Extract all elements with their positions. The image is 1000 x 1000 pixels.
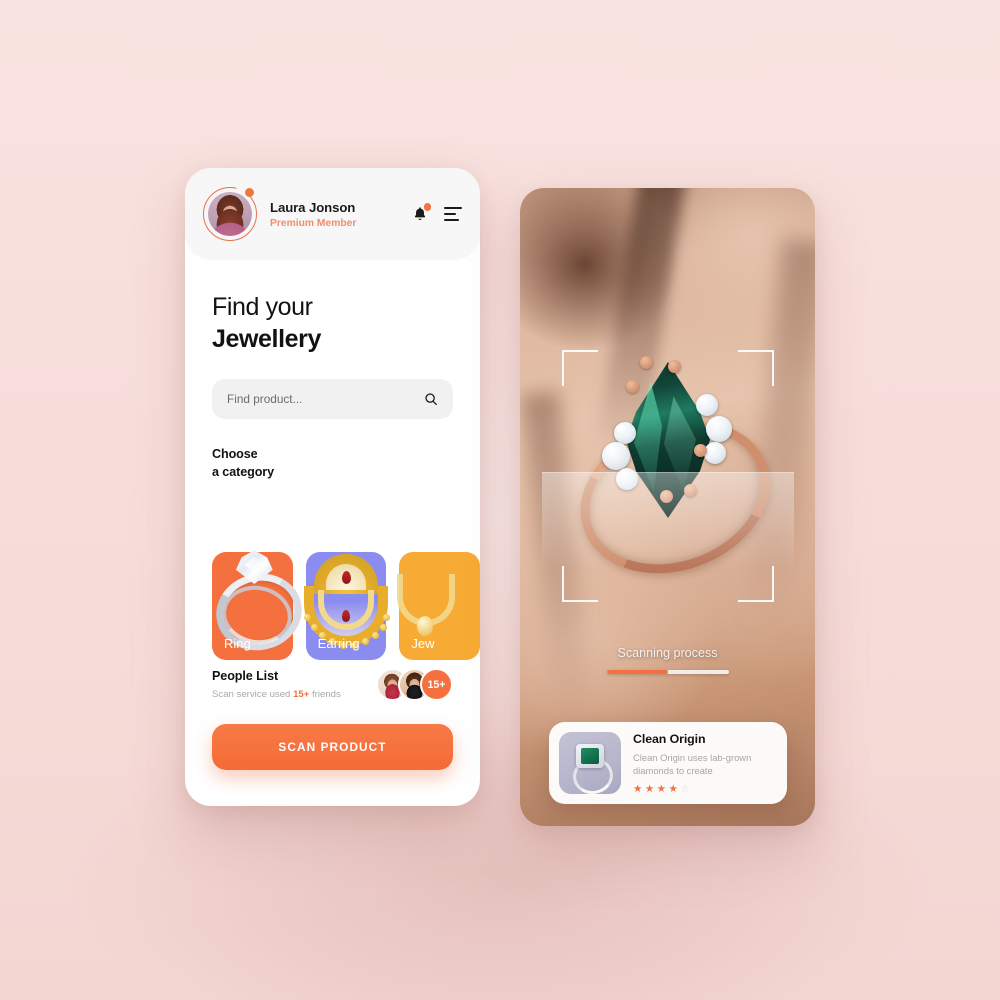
hamburger-menu-icon[interactable] — [444, 207, 462, 221]
product-result-card[interactable]: Clean Origin Clean Origin uses lab-grown… — [549, 722, 787, 804]
user-status: Premium Member — [270, 217, 357, 229]
category-list: Ring Earring Jew — [185, 505, 480, 660]
notification-badge — [423, 203, 431, 211]
right-phone-screen: Scanning process Clean Origin Clean Orig… — [520, 188, 815, 826]
category-label: Jew — [411, 636, 435, 651]
scan-progress-bar — [606, 670, 729, 674]
bell-icon[interactable] — [412, 203, 431, 223]
search-placeholder: Find product... — [227, 391, 303, 406]
star-filled-icon: ★ — [644, 782, 655, 795]
category-section-title: Choose a category — [212, 445, 453, 482]
star-filled-icon: ★ — [656, 782, 667, 795]
scanning-status: Scanning process — [520, 646, 815, 674]
profile-header: Laura Jonson Premium Member — [185, 168, 480, 260]
scanning-label: Scanning process — [617, 646, 718, 660]
avatar[interactable] — [203, 187, 257, 241]
scan-corner-bottom-right — [738, 566, 774, 602]
left-phone-body: Find your Jewellery Find product... Choo… — [185, 260, 480, 481]
people-subtitle-pre: Scan service used — [212, 689, 291, 700]
people-avatar-more[interactable]: 15+ — [420, 668, 453, 701]
star-filled-icon: ★ — [668, 782, 678, 795]
app-background: Laura Jonson Premium Member Find your Je… — [0, 0, 1000, 1000]
left-phone-screen: Laura Jonson Premium Member Find your Je… — [185, 168, 480, 806]
scan-product-button[interactable]: SCAN PRODUCT — [212, 724, 453, 770]
user-name: Laura Jonson — [270, 199, 356, 215]
product-meta: Clean Origin Clean Origin uses lab-grown… — [633, 732, 777, 794]
user-meta: Laura Jonson Premium Member — [270, 200, 412, 229]
scan-corner-top-left — [562, 350, 598, 386]
product-rating: ★ ★ ★ ★ ☆ — [633, 784, 777, 795]
product-title: Clean Origin — [633, 731, 706, 746]
category-title-line2: a category — [212, 464, 274, 479]
category-card-ring[interactable]: Ring — [208, 550, 311, 660]
scan-frame-brackets — [542, 350, 794, 602]
scan-corner-bottom-left — [562, 566, 598, 602]
ring-thumbnail-icon — [559, 732, 621, 794]
category-label: Ring — [224, 636, 251, 651]
scan-corner-top-right — [738, 350, 774, 386]
category-title-line1: Choose — [212, 446, 258, 461]
category-card-jewellery[interactable]: Jew — [397, 552, 480, 660]
header-actions — [412, 203, 462, 223]
category-label: Earring — [317, 636, 360, 651]
star-empty-icon: ☆ — [680, 782, 690, 795]
people-list-section: People List Scan service used 15+ friend… — [212, 668, 453, 701]
search-input[interactable]: Find product... — [212, 378, 453, 419]
scan-line — [542, 472, 794, 569]
page-title: Find your Jewellery — [212, 292, 453, 356]
ring-art-icon — [204, 548, 311, 660]
scan-progress-fill — [606, 670, 668, 674]
avatar-status-dot — [245, 188, 254, 197]
people-friend-count: 15+ — [293, 689, 310, 700]
people-avatar-stack[interactable]: 15+ — [376, 668, 453, 701]
page-title-line2: Jewellery — [212, 324, 321, 353]
people-subtitle-post: friends — [312, 689, 341, 700]
search-icon — [425, 392, 437, 405]
people-text: People List Scan service used 15+ friend… — [212, 669, 376, 700]
page-title-line1: Find your — [212, 293, 313, 321]
people-list-subtitle: Scan service used 15+ friends — [212, 689, 376, 700]
category-card-earring[interactable]: Earring — [304, 552, 390, 660]
star-filled-icon: ★ — [633, 782, 643, 795]
people-list-title: People List — [212, 669, 279, 683]
product-description: Clean Origin uses lab-grown diamonds to … — [633, 751, 752, 777]
